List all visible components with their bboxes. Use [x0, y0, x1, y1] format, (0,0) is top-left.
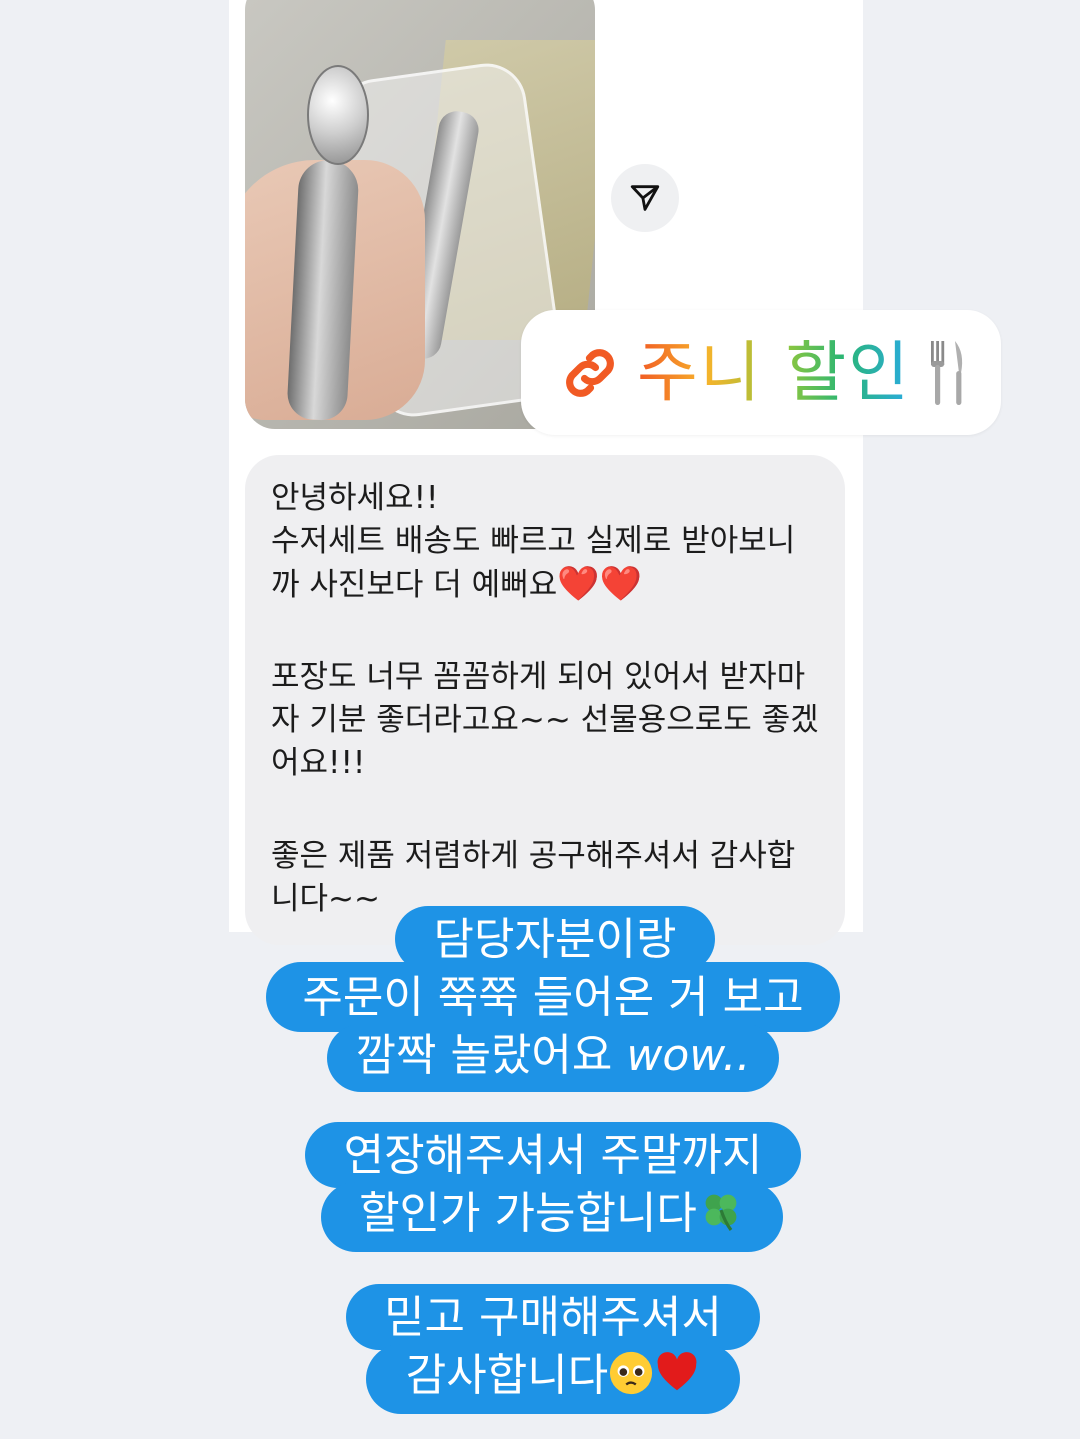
message-line: 어요!!! — [271, 745, 366, 781]
message-line: 수저세트 배송도 빠르고 실제로 받아보니 — [271, 523, 796, 559]
message-gap — [271, 606, 825, 656]
four-leaf-clover-icon — [705, 1194, 737, 1231]
send-icon — [630, 185, 660, 211]
spoon-head-image — [307, 65, 369, 165]
fork-knife-icon — [930, 340, 963, 405]
message-line: 까 사진보다 더 예뻐요❤️❤️ — [271, 564, 642, 604]
sticker-text-line: 깜짝 놀랐어요 wow.. — [327, 1024, 779, 1092]
message-line: 포장도 너무 꼼꼼하게 되어 있어서 받자마 — [271, 659, 806, 695]
link-icon — [566, 348, 614, 397]
link-sticker[interactable]: 주니 할인 — [521, 310, 1001, 435]
message-gap — [271, 785, 825, 835]
sticker-text-line: 믿고 구매해주셔서 — [346, 1284, 760, 1350]
message-line: 자 기분 좋더라고요~~ 선물용으로도 좋겠 — [271, 702, 819, 738]
heart-icon — [657, 1352, 697, 1391]
sticker-text-line: 할인가 가능합니다 — [321, 1182, 783, 1252]
sticker-text-line: 연장해주셔서 주말까지 — [305, 1122, 801, 1188]
message-line: 안녕하세요!! — [271, 480, 439, 516]
message-line: 좋은 제품 저렴하게 공구해주셔서 감사합 — [271, 838, 796, 874]
share-button[interactable] — [611, 164, 679, 232]
heart-emojis: ❤️❤️ — [557, 564, 642, 604]
sticker-text-line: 감사합니다 — [366, 1344, 740, 1414]
sticker-text-line: 주문이 쭉쭉 들어온 거 보고 — [266, 962, 840, 1032]
wow-text: wow.. — [626, 1030, 751, 1081]
link-sticker-label: 주니 할인 — [637, 333, 911, 411]
pleading-face-icon — [610, 1351, 653, 1395]
received-message-bubble[interactable]: 안녕하세요!! 수저세트 배송도 빠르고 실제로 받아보니 까 사진보다 더 예… — [245, 455, 845, 945]
